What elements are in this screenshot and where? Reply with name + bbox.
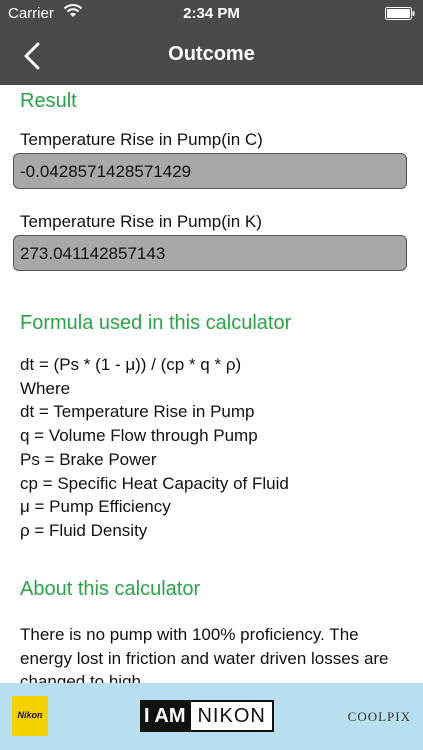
result-heading: Result [20,90,77,112]
temp-rise-c-field[interactable]: -0.0428571428571429 [13,153,407,189]
formula-line: dt = Temperature Rise in Pump [20,402,255,422]
about-heading: About this calculator [20,578,201,600]
formula-line: ρ = Fluid Density [20,520,148,540]
ad-slogan: I AM NIKON [140,700,274,732]
content-scroll[interactable]: Result Temperature Rise in Pump(in C) -0… [0,85,423,683]
nav-bar: Outcome [0,26,423,85]
formula-heading: Formula used in this calculator [20,312,292,334]
page-title: Outcome [168,43,255,65]
formula-line: μ = Pump Efficiency [20,497,171,517]
ad-product-logo: COOLPIX [347,709,411,724]
battery-icon [385,7,415,20]
formula-line: cp = Specific Heat Capacity of Fluid [20,473,289,493]
temp-rise-k-label: Temperature Rise in Pump(in K) [20,212,262,231]
ad-slogan-part2: NIKON [189,700,274,732]
status-time: 2:34 PM [183,5,240,22]
formula-line: dt = (Ps * (1 - μ)) / (cp * q * ρ) [20,355,242,374]
temp-rise-c-label: Temperature Rise in Pump(in C) [20,130,263,149]
formula-line: Ps = Brake Power [20,449,157,469]
ad-banner[interactable]: Nikon I AM NIKON COOLPIX [0,683,423,750]
temp-rise-k-field[interactable]: 273.041142857143 [13,235,407,271]
ad-slogan-part1: I AM [140,700,190,732]
formula-line: Where [20,378,71,398]
about-text: There is no pump with 100% proficiency. … [20,625,389,683]
nikon-logo: Nikon [12,696,48,736]
status-bar: Carrier 2:34 PM [0,0,423,26]
nikon-logo-text: Nikon [17,710,43,720]
formula-line: q = Volume Flow through Pump [20,426,258,446]
formula-text: dt = (Ps * (1 - μ)) / (cp * q * ρ) Where… [20,353,289,543]
